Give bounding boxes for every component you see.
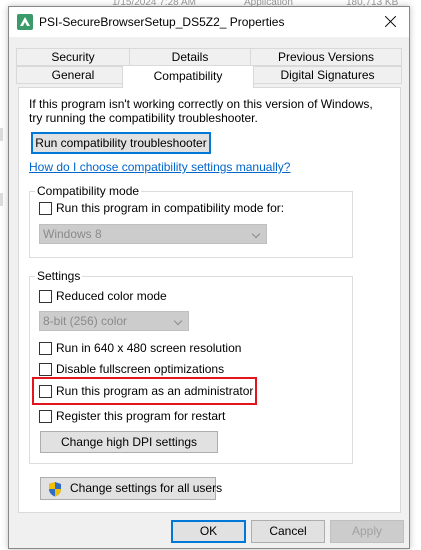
intro-text-line2: try running the compatibility troublesho… <box>29 111 258 125</box>
apply-button[interactable]: Apply <box>330 520 404 543</box>
properties-dialog: PSI-SecureBrowserSetup_DS5Z2_ Properties… <box>8 6 410 549</box>
run-as-admin-label[interactable]: Run this program as an administrator <box>56 384 253 398</box>
windows-version-select[interactable]: Windows 8 <box>39 224 267 244</box>
tab-compatibility[interactable]: Compatibility <box>122 65 254 88</box>
disable-fullscreen-checkbox[interactable] <box>39 363 52 376</box>
tab-digital-signatures[interactable]: Digital Signatures <box>253 66 402 84</box>
cancel-button[interactable]: Cancel <box>251 520 325 543</box>
tab-details[interactable]: Details <box>129 48 251 66</box>
register-restart-checkbox[interactable] <box>39 410 52 423</box>
run-troubleshooter-button[interactable]: Run compatibility troubleshooter <box>31 132 211 154</box>
chevron-down-icon <box>173 316 183 326</box>
tab-previous-versions[interactable]: Previous Versions <box>250 48 402 66</box>
ok-button[interactable]: OK <box>171 520 246 543</box>
color-mode-select[interactable]: 8-bit (256) color <box>39 311 189 331</box>
change-dpi-button[interactable]: Change high DPI settings <box>40 431 218 453</box>
uac-shield-icon <box>49 482 61 497</box>
reduced-color-checkbox[interactable] <box>39 290 52 303</box>
change-all-users-button[interactable]: Change settings for all users <box>40 477 222 500</box>
intro-text-line1: If this program isn't working correctly … <box>29 97 373 111</box>
compatibility-panel: If this program isn't working correctly … <box>18 87 401 513</box>
resolution-640-label[interactable]: Run in 640 x 480 screen resolution <box>56 341 241 355</box>
reduced-color-label[interactable]: Reduced color mode <box>56 289 167 303</box>
resolution-640-checkbox[interactable] <box>39 342 52 355</box>
compatibility-mode-legend: Compatibility mode <box>35 184 142 198</box>
close-button[interactable] <box>377 11 403 33</box>
register-restart-label[interactable]: Register this program for restart <box>56 409 225 423</box>
disable-fullscreen-label[interactable]: Disable fullscreen optimizations <box>56 362 224 376</box>
compatibility-mode-checkbox[interactable] <box>39 202 52 215</box>
manual-settings-link[interactable]: How do I choose compatibility settings m… <box>29 160 290 174</box>
change-all-users-label: Change settings for all users <box>70 481 223 495</box>
settings-legend: Settings <box>35 269 83 283</box>
background-edge <box>0 128 3 141</box>
window-title: PSI-SecureBrowserSetup_DS5Z2_ Properties <box>39 15 285 29</box>
title-bar[interactable]: PSI-SecureBrowserSetup_DS5Z2_ Properties <box>9 7 409 37</box>
tab-security[interactable]: Security <box>16 48 130 66</box>
tab-general[interactable]: General <box>16 66 130 84</box>
windows-version-value: Windows 8 <box>43 227 102 241</box>
run-as-admin-checkbox[interactable] <box>39 385 52 398</box>
background-edge <box>0 193 3 206</box>
color-mode-value: 8-bit (256) color <box>43 314 128 328</box>
chevron-down-icon <box>251 229 261 239</box>
app-icon <box>17 14 33 30</box>
compatibility-mode-label[interactable]: Run this program in compatibility mode f… <box>56 201 284 215</box>
